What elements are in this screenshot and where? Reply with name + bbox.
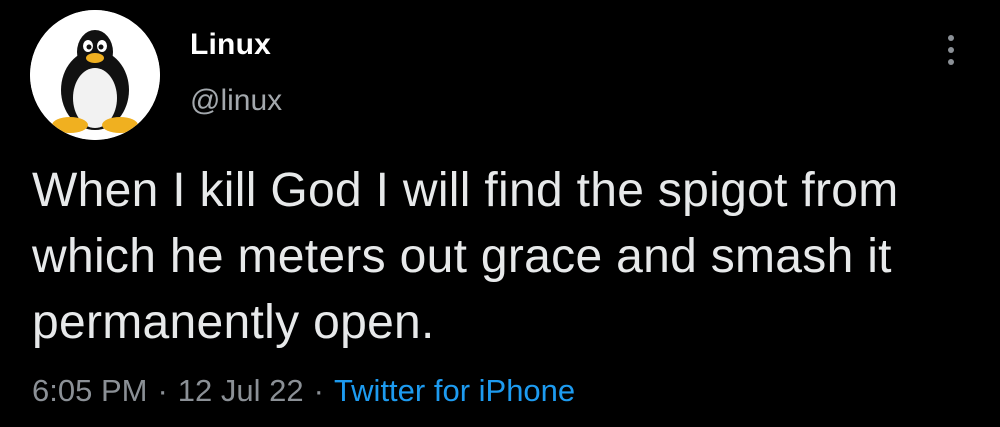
- display-name[interactable]: Linux: [190, 28, 271, 62]
- meta-separator: ·: [157, 373, 168, 408]
- more-vertical-icon-dot: [948, 59, 954, 65]
- tweet-card: Linux @linux When I kill God I will find…: [0, 0, 1000, 427]
- tux-penguin-icon: [30, 10, 160, 140]
- tweet-time[interactable]: 6:05 PM: [32, 373, 147, 408]
- tweet-meta: 6:05 PM · 12 Jul 22 · Twitter for iPhone: [32, 373, 575, 409]
- tweet-source-link[interactable]: Twitter for iPhone: [334, 373, 575, 408]
- more-vertical-icon-dot: [948, 47, 954, 53]
- avatar[interactable]: [30, 10, 160, 140]
- tweet-text: When I kill God I will find the spigot f…: [32, 164, 899, 349]
- more-vertical-icon: [948, 35, 954, 41]
- more-options-button[interactable]: [936, 30, 966, 70]
- tweet-date[interactable]: 12 Jul 22: [178, 373, 304, 408]
- meta-separator: ·: [313, 373, 324, 408]
- user-handle[interactable]: @linux: [190, 84, 282, 118]
